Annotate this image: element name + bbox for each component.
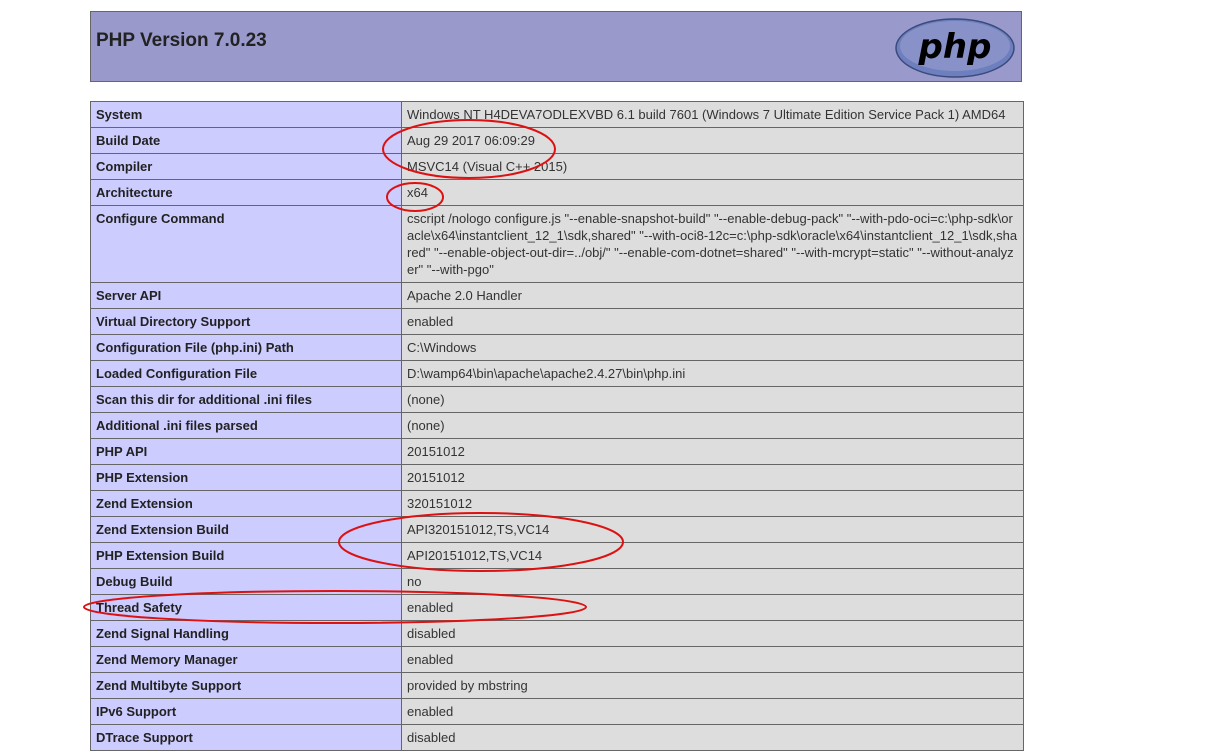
info-row: Server API Apache 2.0 Handler: [90, 282, 1024, 309]
info-row: Loaded Configuration File D:\wamp64\bin\a…: [90, 360, 1024, 387]
info-key: Architecture: [90, 179, 402, 206]
php-info-table: System Windows NT H4DEVA7ODLEXVBD 6.1 bui…: [90, 101, 1024, 751]
info-row: Zend Multibyte Support provided by mbstri…: [90, 672, 1024, 699]
info-row: Zend Signal Handling disabled: [90, 620, 1024, 647]
info-value: Aug 29 2017 06:09:29: [401, 127, 1024, 154]
info-row: Additional .ini files parsed (none): [90, 412, 1024, 439]
info-value: 320151012: [401, 490, 1024, 517]
info-row: Configuration File (php.ini) Path C:\Wind…: [90, 334, 1024, 361]
info-value: D:\wamp64\bin\apache\apache2.4.27\bin\ph…: [401, 360, 1024, 387]
info-value: C:\Windows: [401, 334, 1024, 361]
info-row: Configure Command cscript /nologo configu…: [90, 205, 1024, 283]
info-value: enabled: [401, 698, 1024, 725]
info-row: Zend Extension Build API320151012,TS,VC14: [90, 516, 1024, 543]
info-row: System Windows NT H4DEVA7ODLEXVBD 6.1 bui…: [90, 101, 1024, 128]
info-value: x64: [401, 179, 1024, 206]
info-value: 20151012: [401, 464, 1024, 491]
info-key: Server API: [90, 282, 402, 309]
info-row: Debug Build no: [90, 568, 1024, 595]
info-value: API320151012,TS,VC14: [401, 516, 1024, 543]
info-value: Apache 2.0 Handler: [401, 282, 1024, 309]
info-value: MSVC14 (Visual C++ 2015): [401, 153, 1024, 180]
info-key: Zend Memory Manager: [90, 646, 402, 673]
info-row: PHP Extension 20151012: [90, 464, 1024, 491]
info-row: Zend Extension 320151012: [90, 490, 1024, 517]
info-key: Configuration File (php.ini) Path: [90, 334, 402, 361]
info-key: Zend Extension Build: [90, 516, 402, 543]
info-row: Compiler MSVC14 (Visual C++ 2015): [90, 153, 1024, 180]
info-key: Scan this dir for additional .ini files: [90, 386, 402, 413]
info-row: Zend Memory Manager enabled: [90, 646, 1024, 673]
info-key: IPv6 Support: [90, 698, 402, 725]
info-key: DTrace Support: [90, 724, 402, 751]
info-value: (none): [401, 412, 1024, 439]
info-value: disabled: [401, 724, 1024, 751]
info-value: enabled: [401, 646, 1024, 673]
info-key: PHP Extension Build: [90, 542, 402, 569]
info-key: System: [90, 101, 402, 128]
info-value: cscript /nologo configure.js "--enable-s…: [401, 205, 1024, 283]
info-row: PHP Extension Build API20151012,TS,VC14: [90, 542, 1024, 569]
info-key: Compiler: [90, 153, 402, 180]
info-row: Build Date Aug 29 2017 06:09:29: [90, 127, 1024, 154]
info-key: Debug Build: [90, 568, 402, 595]
info-row: Architecture x64: [90, 179, 1024, 206]
info-value: enabled: [401, 594, 1024, 621]
info-row: Thread Safety enabled: [90, 594, 1024, 621]
info-value: API20151012,TS,VC14: [401, 542, 1024, 569]
info-value: Windows NT H4DEVA7ODLEXVBD 6.1 build 760…: [401, 101, 1024, 128]
info-row: PHP API 20151012: [90, 438, 1024, 465]
info-key: PHP API: [90, 438, 402, 465]
info-key: Zend Multibyte Support: [90, 672, 402, 699]
php-info-header: PHP Version 7.0.23 php: [90, 11, 1022, 82]
info-key: Loaded Configuration File: [90, 360, 402, 387]
info-key: Virtual Directory Support: [90, 308, 402, 335]
info-row: IPv6 Support enabled: [90, 698, 1024, 725]
info-key: Thread Safety: [90, 594, 402, 621]
info-value: enabled: [401, 308, 1024, 335]
info-key: Configure Command: [90, 205, 402, 283]
php-logo-icon: php: [895, 18, 1015, 78]
info-key: PHP Extension: [90, 464, 402, 491]
info-value: (none): [401, 386, 1024, 413]
svg-text:php: php: [918, 27, 992, 67]
info-key: Zend Extension: [90, 490, 402, 517]
page-title: PHP Version 7.0.23: [96, 30, 267, 51]
info-key: Zend Signal Handling: [90, 620, 402, 647]
info-value: provided by mbstring: [401, 672, 1024, 699]
info-row: DTrace Support disabled: [90, 724, 1024, 751]
info-row: Virtual Directory Support enabled: [90, 308, 1024, 335]
info-key: Additional .ini files parsed: [90, 412, 402, 439]
info-value: 20151012: [401, 438, 1024, 465]
info-row: Scan this dir for additional .ini files(…: [90, 386, 1024, 413]
info-key: Build Date: [90, 127, 402, 154]
info-value: no: [401, 568, 1024, 595]
info-value: disabled: [401, 620, 1024, 647]
